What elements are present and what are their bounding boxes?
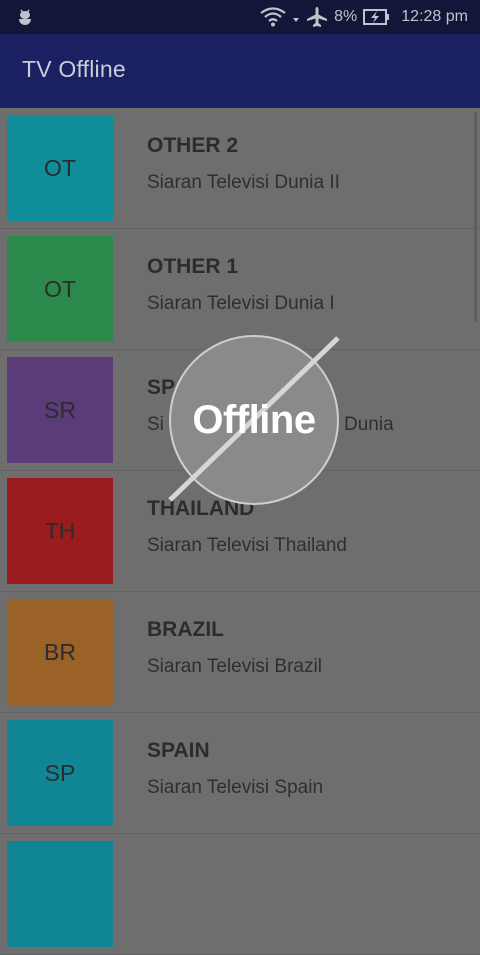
app-bar: TV Offline [0,34,480,108]
battery-percent: 8% [334,8,358,25]
channel-description: Siaran Televisi Brazil [147,656,322,677]
airplane-mode-icon [307,7,328,27]
channel-row-spain[interactable]: SP SPAIN Siaran Televisi Spain [0,713,480,834]
clock: 12:28 pm [401,8,468,25]
channel-name: OTHER 1 [147,255,239,278]
channel-list: OT OTHER 2 Siaran Televisi Dunia II OT O… [0,108,480,955]
channel-tile: OT [7,115,113,221]
offline-label: Offline [192,398,316,442]
channel-name: BRAZIL [147,618,224,641]
channel-name: SPAIN [147,739,210,762]
battery-charging-icon [363,9,390,25]
channel-row-other-2[interactable]: OT OTHER 2 Siaran Televisi Dunia II [0,108,480,229]
channel-row-other-1[interactable]: OT OTHER 1 Siaran Televisi Dunia I [0,229,480,350]
wifi-icon [260,7,286,27]
channel-tile: SR [7,357,113,463]
android-debug-icon [18,9,32,25]
channel-row-brazil[interactable]: BR BRAZIL Siaran Televisi Brazil [0,592,480,713]
channel-description-tail: Dunia [344,414,394,435]
channel-description: Siaran Televisi Dunia II [147,172,340,193]
channel-tile: TH [7,478,113,584]
app-title: TV Offline [22,56,126,82]
channel-name: OTHER 2 [147,134,239,157]
channel-tile: SP [7,720,113,826]
status-bar: 8% 12:28 pm [0,0,480,34]
channel-tile: BR [7,599,113,705]
channel-description: Siaran Televisi Thailand [147,535,347,556]
channel-description: Siaran Televisi Dunia I [147,293,335,314]
channel-description: Si [147,414,164,435]
channel-description: Siaran Televisi Spain [147,777,324,798]
channel-tile [7,841,113,947]
channel-tile: OT [7,236,113,342]
channel-row-partial[interactable] [0,834,480,955]
list-scrollbar[interactable] [474,112,477,322]
data-arrows-icon [293,18,300,22]
